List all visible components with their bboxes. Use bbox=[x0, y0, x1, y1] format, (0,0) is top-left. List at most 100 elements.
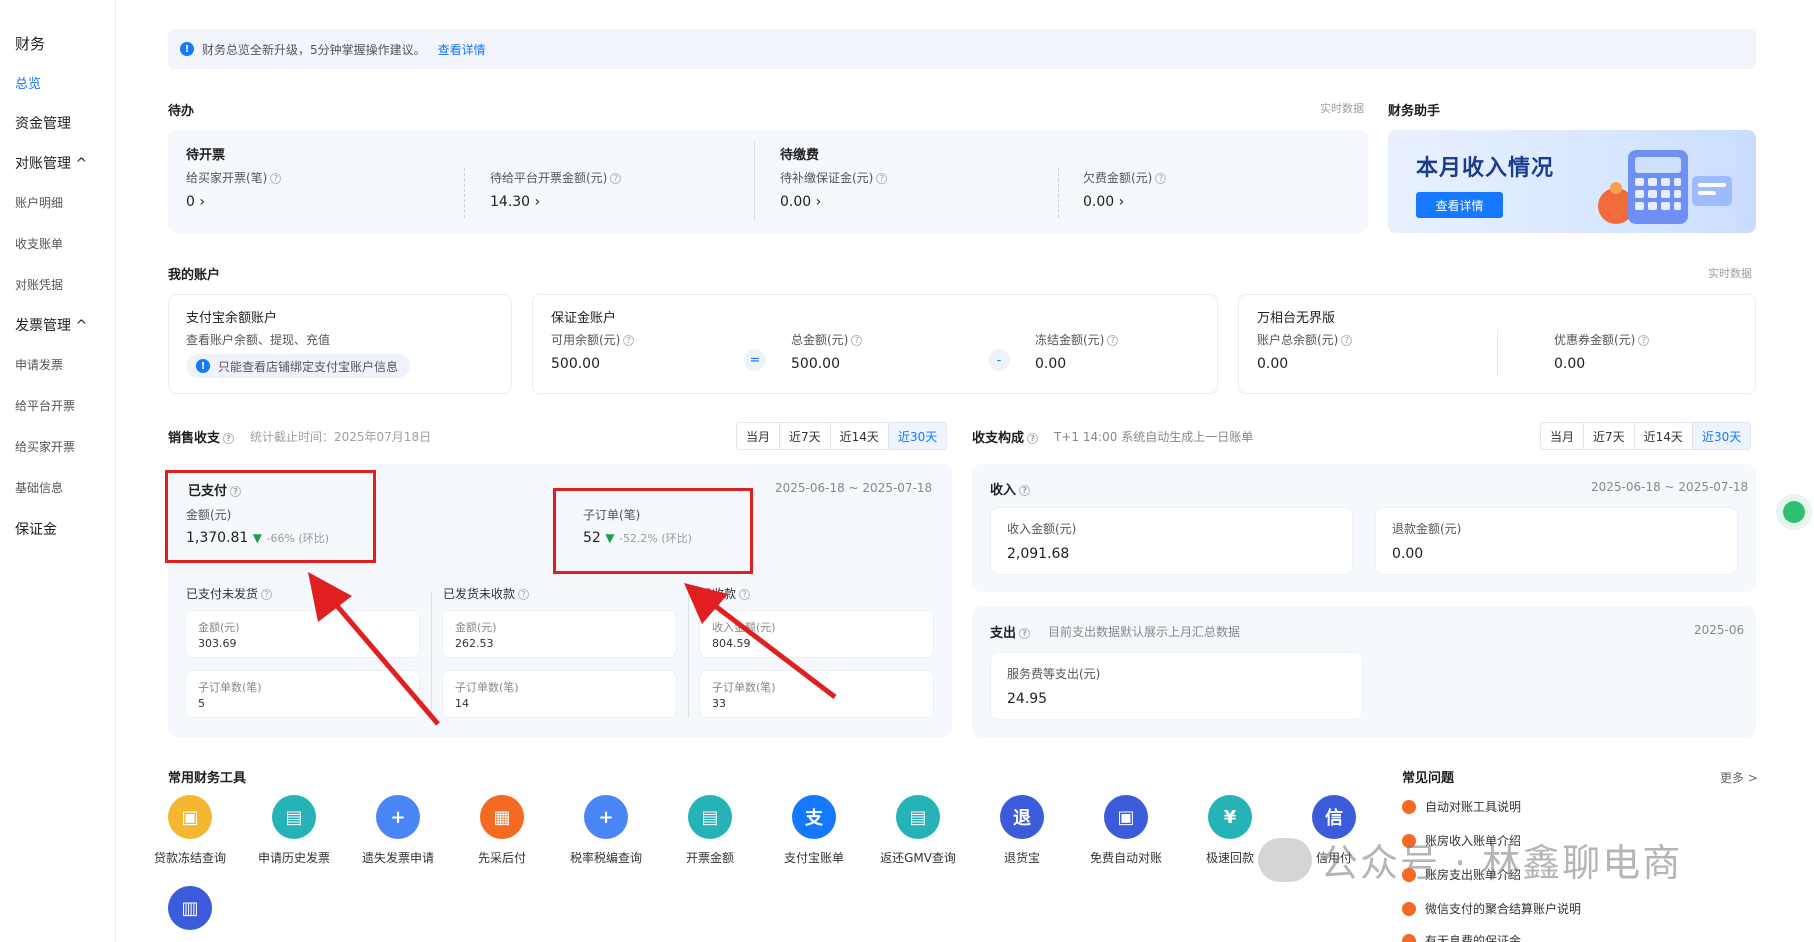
help-icon[interactable]: ? bbox=[223, 433, 235, 444]
tab-30d[interactable]: 近30天 bbox=[1692, 423, 1751, 449]
tool-label: 申请历史发票 bbox=[257, 851, 330, 865]
tool-label: 先采后付 bbox=[477, 851, 526, 865]
sidebar-item-invoices[interactable]: 发票管理 ^ bbox=[15, 315, 87, 335]
unshipped-amount-box: 金额(元) 303.69 bbox=[185, 610, 420, 658]
watermark: 公众号 · 林鑫聊电商 bbox=[1258, 832, 1682, 887]
available-label: 可用余额(元)? bbox=[551, 331, 635, 348]
tool-item[interactable]: ▤ 返还GMV查询 bbox=[868, 795, 968, 866]
tool-icon: ¥ bbox=[1208, 795, 1252, 839]
tool-icon: ▤ bbox=[272, 795, 316, 839]
help-icon[interactable]: ? bbox=[518, 589, 530, 600]
alipay-account-card[interactable]: 支付宝余额账户 查看账户余额、提现、充值 ! 只能查看店铺绑定支付宝账户信息 bbox=[168, 294, 512, 394]
tab-30d[interactable]: 近30天 bbox=[888, 423, 947, 449]
balance-value: 0.00 bbox=[1257, 356, 1289, 372]
help-icon[interactable]: ? bbox=[739, 589, 751, 600]
platform-invoice-value[interactable]: 14.30 › bbox=[490, 194, 540, 210]
sidebar-item-deposit[interactable]: 保证金 bbox=[15, 519, 57, 539]
help-icon[interactable]: ? bbox=[1019, 485, 1031, 496]
tool-item[interactable]: 退退货宝 bbox=[972, 795, 1072, 866]
sidebar-item-buyer-invoice[interactable]: 给买家开票 bbox=[15, 438, 75, 455]
sidebar-title: 财务 bbox=[15, 35, 46, 53]
help-icon[interactable]: ? bbox=[1107, 335, 1119, 346]
sidebar-item-overview[interactable]: 总览 bbox=[15, 73, 41, 92]
buyer-invoice-value[interactable]: 0 › bbox=[186, 194, 205, 210]
sidebar-item-platform-invoice[interactable]: 给平台开票 bbox=[15, 397, 75, 414]
tab-14d[interactable]: 近14天 bbox=[830, 423, 889, 449]
frozen-value: 0.00 bbox=[1035, 356, 1067, 372]
received-count-box: 子订单数(笔) 33 bbox=[699, 670, 934, 718]
assistant-float-icon[interactable] bbox=[1776, 494, 1812, 530]
tool-item[interactable]: ▦ 先采后付 bbox=[452, 795, 552, 866]
tool-item[interactable]: ▤ 申请历史发票 bbox=[244, 795, 344, 866]
deposit-account-card[interactable]: 保证金账户 可用余额(元)? 500.00 = 总金额(元)? 500.00 -… bbox=[532, 294, 1218, 394]
doc-icon bbox=[1402, 933, 1416, 942]
faq-item[interactable]: 微信支付的聚合结算账户说明 bbox=[1402, 900, 1581, 917]
wanxiang-account-card[interactable]: 万相台无界版 账户总余额(元)? 0.00 优惠券金额(元)? 0.00 bbox=[1238, 294, 1756, 394]
sales-date-range: 2025-06-18 ~ 2025-07-18 bbox=[775, 481, 933, 495]
banner-details-button[interactable]: 查看详情 bbox=[1416, 192, 1503, 218]
sidebar-item-account-details[interactable]: 账户明细 bbox=[15, 194, 63, 211]
help-icon[interactable]: ? bbox=[1638, 335, 1650, 346]
tool-item[interactable]: 支支付宝账单 bbox=[764, 795, 864, 866]
tab-month[interactable]: 当月 bbox=[1541, 423, 1585, 449]
main-content: ! 财务总览全新升级，5分钟掌握操作建议。 查看详情 待办 实时数据 待开票 给… bbox=[154, 0, 1758, 942]
tool-icon: ▥ bbox=[168, 886, 212, 930]
owed-label: 欠费金额(元)? bbox=[1083, 169, 1167, 186]
income-date-range: 2025-06-18 ~ 2025-07-18 bbox=[1591, 480, 1749, 494]
tool-item[interactable]: + 遗失发票申请 bbox=[348, 795, 448, 866]
sales-title: 销售收支? bbox=[168, 427, 235, 446]
tool-item[interactable]: + 税率税编查询 bbox=[556, 795, 656, 866]
tool-icon: ▦ bbox=[480, 795, 524, 839]
owed-value[interactable]: 0.00 › bbox=[1083, 194, 1124, 210]
tool-icon: 退 bbox=[1000, 795, 1044, 839]
tab-month[interactable]: 当月 bbox=[737, 423, 781, 449]
help-icon[interactable]: ? bbox=[270, 173, 282, 184]
notice-link[interactable]: 查看详情 bbox=[438, 41, 486, 58]
tool-icon: 支 bbox=[792, 795, 836, 839]
total-value: 500.00 bbox=[791, 356, 840, 372]
faq-more-link[interactable]: 更多 > bbox=[1720, 769, 1758, 786]
tool-item[interactable]: ▣ 贷款冻结查询 bbox=[140, 795, 240, 866]
help-icon[interactable]: ? bbox=[1155, 173, 1167, 184]
tool-item[interactable]: ▤ 开票金额 bbox=[660, 795, 760, 866]
help-icon[interactable]: ? bbox=[261, 589, 273, 600]
sub-title-unshipped: 已支付未发货? bbox=[186, 585, 273, 602]
sidebar-item-reconciliation[interactable]: 对账管理 ^ bbox=[15, 153, 87, 173]
faq-item[interactable]: 有无息费的保证金 bbox=[1402, 932, 1521, 942]
expense-card: 支出? 目前支出数据默认展示上月汇总数据 2025-06 服务费等支出(元) 2… bbox=[972, 607, 1756, 737]
refund-amount-box: 退款金额(元) 0.00 bbox=[1375, 507, 1738, 575]
help-icon[interactable]: ? bbox=[623, 335, 635, 346]
unshipped-count-box: 子订单数(笔) 5 bbox=[185, 670, 420, 718]
tool-label: 税率税编查询 bbox=[569, 851, 642, 865]
help-icon[interactable]: ? bbox=[1027, 433, 1039, 444]
available-value: 500.00 bbox=[551, 356, 600, 372]
sidebar-item-funds[interactable]: 资金管理 bbox=[15, 113, 71, 133]
tool-label: 退货宝 bbox=[1003, 851, 1040, 865]
sidebar-item-vouchers[interactable]: 对账凭据 bbox=[15, 276, 63, 293]
tool-item[interactable]: ▣ 免费自动对账 bbox=[1076, 795, 1176, 866]
sidebar-item-statements[interactable]: 收支账单 bbox=[15, 235, 63, 252]
deposit-due-value[interactable]: 0.00 › bbox=[780, 194, 821, 210]
faq-item[interactable]: 自动对账工具说明 bbox=[1402, 798, 1521, 815]
income-banner[interactable]: 本月收入情况 查看详情 bbox=[1388, 130, 1756, 233]
tool-icon: ▤ bbox=[688, 795, 732, 839]
sidebar-item-apply-invoice[interactable]: 申请发票 bbox=[15, 356, 63, 373]
divider bbox=[464, 168, 465, 218]
divider bbox=[1058, 168, 1059, 218]
help-icon[interactable]: ? bbox=[610, 173, 622, 184]
tool-item[interactable]: ▥ bbox=[140, 886, 240, 930]
accounts-realtime: 实时数据 bbox=[1708, 267, 1752, 280]
help-icon[interactable]: ? bbox=[1019, 628, 1031, 639]
help-icon[interactable]: ? bbox=[851, 335, 863, 346]
tab-14d[interactable]: 近14天 bbox=[1634, 423, 1693, 449]
sidebar-item-basic-info[interactable]: 基础信息 bbox=[15, 479, 63, 496]
tab-7d[interactable]: 近7天 bbox=[1584, 423, 1635, 449]
help-icon[interactable]: ? bbox=[1341, 335, 1353, 346]
tab-7d[interactable]: 近7天 bbox=[780, 423, 831, 449]
notice-bar: ! 财务总览全新升级，5分钟掌握操作建议。 查看详情 bbox=[168, 29, 1756, 69]
composition-title: 收支构成? bbox=[972, 427, 1039, 446]
doc-icon bbox=[1402, 799, 1416, 814]
expense-note: 目前支出数据默认展示上月汇总数据 bbox=[1048, 625, 1241, 639]
todo-title: 待办 bbox=[168, 104, 195, 119]
help-icon[interactable]: ? bbox=[876, 173, 888, 184]
